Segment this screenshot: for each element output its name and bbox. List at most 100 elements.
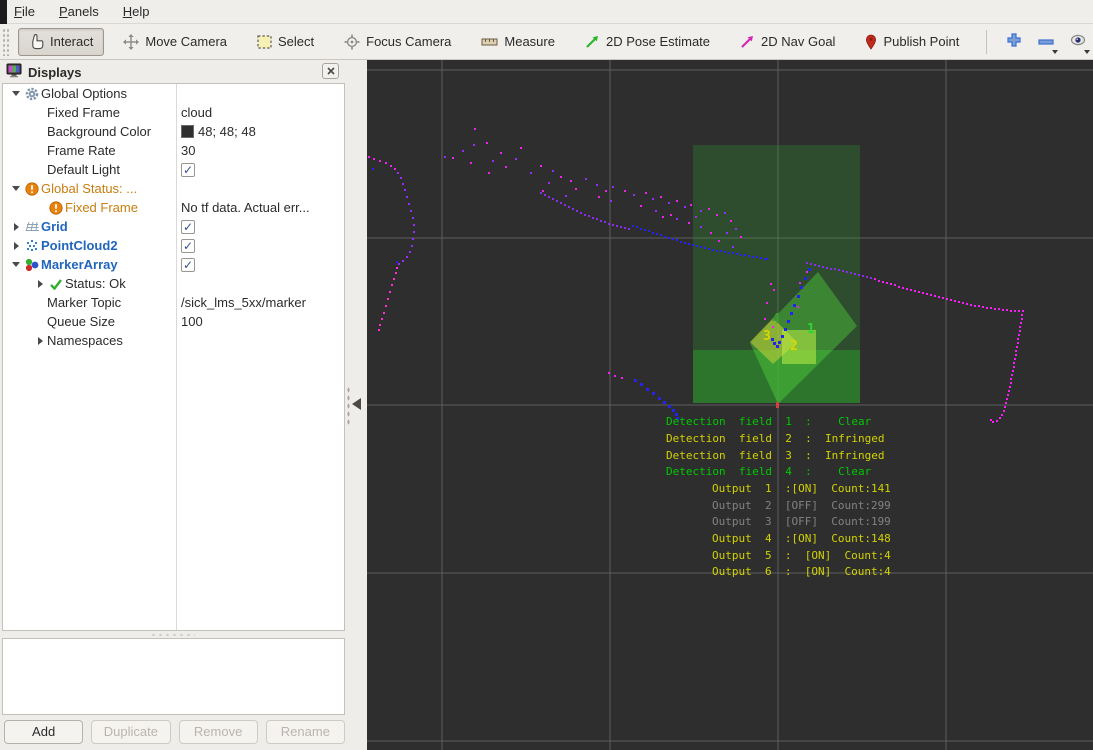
eye-icon (1069, 34, 1087, 49)
collapse-panel-arrow-icon[interactable] (352, 398, 361, 410)
tree-row-queue-size[interactable]: Queue Size 100 (3, 312, 344, 331)
tool-properties-caret-icon (1084, 49, 1091, 54)
add-display-button[interactable]: Add (4, 720, 84, 744)
nav-goal-arrow-icon (740, 34, 755, 49)
side-panel-splitter[interactable] (345, 60, 367, 750)
expand-right-arrow-icon[interactable] (13, 222, 19, 231)
measure-tool-button[interactable]: Measure (470, 28, 566, 56)
pointcloud-icon (23, 239, 41, 253)
menu-help-rest: elp (132, 4, 150, 19)
tree-row-label: PointCloud2 (41, 238, 118, 253)
rename-display-button: Rename (265, 720, 345, 744)
displays-tree[interactable]: Global Options Fixed Frame cloud Background… (2, 83, 345, 631)
menu-panels-rest: anels (67, 4, 99, 19)
status-overlay-line: Output 3 [OFF] Count:199 (712, 515, 891, 528)
measure-tool-label: Measure (504, 34, 555, 49)
close-panel-button[interactable] (322, 63, 339, 79)
tool-properties-button[interactable] (1065, 28, 1091, 56)
minus-icon (1038, 34, 1054, 49)
displays-button-row: Add Duplicate Remove Rename (4, 720, 345, 744)
nav-goal-tool-label: 2D Nav Goal (761, 34, 836, 49)
focus-camera-icon (344, 34, 360, 50)
move-camera-icon (123, 33, 140, 50)
field-number-label: 3 (763, 329, 771, 344)
menu-help[interactable]: Help (113, 1, 160, 22)
tree-row-label: Global Options (41, 86, 127, 101)
publish-point-pin-icon (865, 34, 877, 50)
add-tool-button[interactable] (1001, 28, 1027, 56)
measure-ruler-icon (481, 36, 498, 48)
tree-row-grid[interactable]: Grid ✓ (3, 217, 344, 236)
enabled-checkbox[interactable]: ✓ (181, 257, 195, 272)
tree-row-pointcloud2[interactable]: PointCloud2 ✓ (3, 236, 344, 255)
expand-right-arrow-icon[interactable] (37, 336, 43, 345)
tree-row-marker-topic[interactable]: Marker Topic/sick_lms_5xx/marker (3, 293, 344, 312)
tree-row-value[interactable]: No tf data. Actual err... (181, 200, 310, 215)
menu-file[interactable]: File (4, 1, 45, 22)
tree-row-fixed-frame[interactable]: Fixed Frame cloud (3, 103, 344, 122)
field-number-label: 2 (790, 339, 798, 354)
expand-down-arrow-icon[interactable] (12, 91, 20, 96)
select-box-icon (257, 34, 272, 49)
tree-row-value[interactable]: 30 (181, 143, 195, 158)
check-icon (47, 278, 65, 290)
enabled-checkbox[interactable]: ✓ (181, 162, 195, 177)
tree-row-value[interactable]: cloud (181, 105, 212, 120)
splitter-dots (347, 386, 350, 426)
status-overlay-line: Detection field 1 : Clear (666, 415, 872, 428)
tree-row-value[interactable]: 48; 48; 48 (198, 124, 256, 139)
nav-goal-tool-button[interactable]: 2D Nav Goal (729, 28, 846, 56)
tree-row-default-light[interactable]: Default Light ✓ (3, 160, 344, 179)
tree-row-namespaces[interactable]: Namespaces (3, 331, 344, 350)
viewport-svg (367, 60, 1093, 750)
panel-splitter-handle[interactable] (150, 633, 195, 637)
enabled-checkbox[interactable]: ✓ (181, 219, 195, 234)
displays-panel-title: Displays (28, 64, 82, 80)
focus-camera-tool-label: Focus Camera (366, 34, 452, 49)
move-camera-tool-label: Move Camera (145, 34, 227, 49)
tree-row-frame-rate[interactable]: Frame Rate 30 (3, 141, 344, 160)
status-overlay-line: Detection field 2 : Infringed (666, 432, 885, 445)
focus-camera-tool-button[interactable]: Focus Camera (333, 28, 462, 56)
select-tool-button[interactable]: Select (246, 28, 325, 56)
tree-row-markerarray[interactable]: MarkerArray ✓ (3, 255, 344, 274)
window-edge (0, 0, 7, 24)
tree-row-status-ok[interactable]: Status: Ok (3, 274, 344, 293)
description-box (2, 638, 345, 715)
select-tool-label: Select (278, 34, 315, 49)
status-overlay-line: Output 6 : [ON] Count:4 (712, 565, 891, 578)
tree-row-label: MarkerArray (41, 257, 118, 272)
tree-row-label: Global Status: ... (41, 181, 138, 196)
tree-row-label: Status: Ok (65, 276, 126, 291)
move-camera-tool-button[interactable]: Move Camera (112, 28, 238, 56)
interact-tool-label: Interact (50, 34, 94, 49)
tree-row-background-color[interactable]: Background Color 48; 48; 48 (3, 122, 344, 141)
tree-row-fixed-frame[interactable]: Fixed Frame No tf data. Actual err... (3, 198, 344, 217)
tree-row-label: Namespaces (47, 333, 123, 348)
plus-icon (1006, 32, 1022, 51)
publish-point-tool-button[interactable]: Publish Point (854, 28, 970, 56)
expand-right-arrow-icon[interactable] (13, 241, 19, 250)
displays-panel-header[interactable]: Displays (0, 61, 345, 83)
menu-help-key: H (122, 4, 133, 19)
enabled-checkbox[interactable]: ✓ (181, 238, 195, 253)
color-swatch[interactable] (181, 125, 194, 138)
render-viewport[interactable]: 4 1 3 2 Detection field 1 : Clear Detection f… (367, 60, 1093, 750)
toolbar-drag-handle[interactable] (2, 27, 10, 56)
remove-tool-button[interactable] (1033, 28, 1059, 56)
status-overlay-line: Detection field 3 : Infringed (666, 449, 885, 462)
displays-monitor-icon (6, 63, 22, 81)
menu-file-rest: ile (21, 4, 35, 19)
status-overlay-line: Output 1 :[ON] Count:141 (712, 482, 891, 495)
menu-panels[interactable]: Panels (49, 1, 109, 22)
expand-down-arrow-icon[interactable] (12, 186, 20, 191)
expand-down-arrow-icon[interactable] (12, 262, 20, 267)
expand-right-arrow-icon[interactable] (37, 279, 43, 288)
tree-row-value[interactable]: 100 (181, 314, 203, 329)
pose-estimate-tool-button[interactable]: 2D Pose Estimate (574, 28, 721, 56)
left-squiggle-pink (378, 267, 398, 331)
tree-row-global-options[interactable]: Global Options (3, 84, 344, 103)
tree-row-global-status[interactable]: Global Status: ... (3, 179, 344, 198)
tree-row-value[interactable]: /sick_lms_5xx/marker (181, 295, 306, 310)
interact-tool-button[interactable]: Interact (18, 27, 105, 56)
